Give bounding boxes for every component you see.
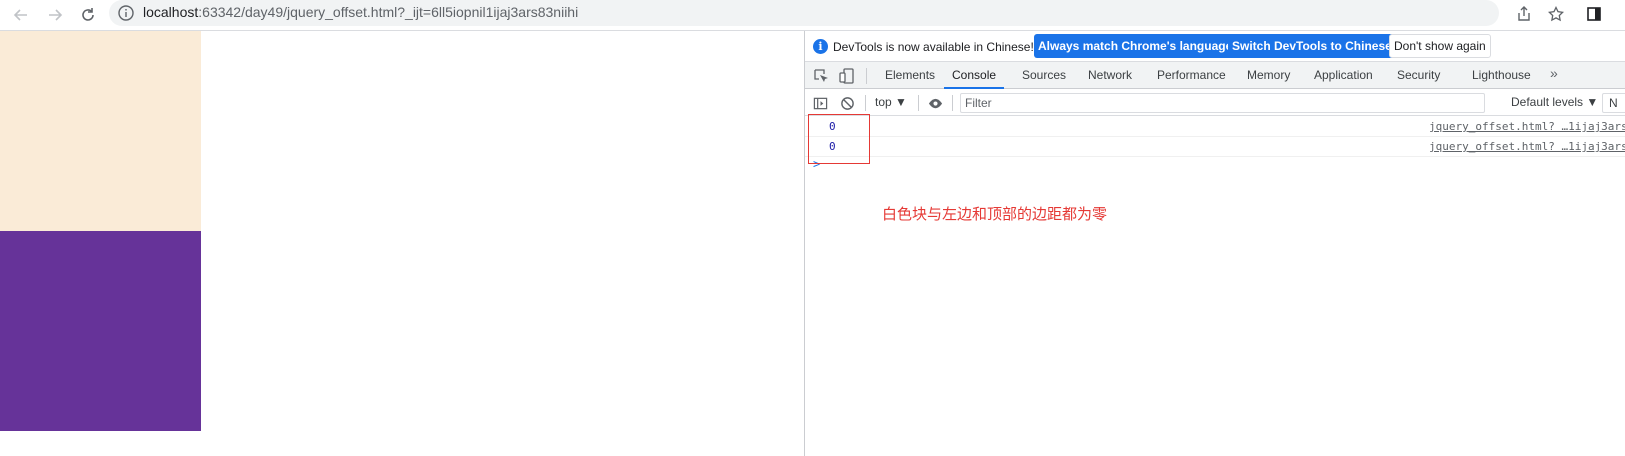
filter-input[interactable]: Filter	[960, 93, 1485, 113]
page-viewport	[0, 31, 804, 456]
infobar-message: DevTools is now available in Chinese!	[833, 40, 1034, 54]
eye-icon	[928, 98, 942, 108]
device-icon	[839, 68, 854, 84]
reload-button[interactable]	[75, 2, 101, 28]
info-icon[interactable]	[117, 4, 135, 22]
console-log-row: 0 jquery_offset.html? …1ijaj3ars	[805, 137, 1625, 157]
url-host: localhost	[143, 4, 199, 20]
clear-console-button[interactable]	[838, 94, 856, 112]
tab-network[interactable]: Network	[1088, 62, 1132, 89]
toolbar-divider	[865, 95, 866, 111]
annotation-text: 白色块与左边和顶部的边距都为零	[882, 205, 1108, 223]
url-text[interactable]: localhost:63342/day49/jquery_offset.html…	[143, 4, 578, 20]
tab-sources[interactable]: Sources	[1022, 62, 1066, 89]
share-button[interactable]	[1513, 3, 1535, 25]
info-circle-icon: i	[813, 39, 828, 54]
highlight-box	[808, 114, 870, 164]
tab-console[interactable]: Console	[944, 62, 1005, 89]
purple-block	[0, 231, 201, 431]
log-source-link[interactable]: jquery_offset.html? …1ijaj3ars	[1429, 140, 1625, 153]
console-log-row: 0 jquery_offset.html? …1ijaj3ars	[805, 117, 1625, 137]
browser-toolbar: localhost:63342/day49/jquery_offset.html…	[0, 0, 1625, 31]
side-panel-icon	[1587, 7, 1601, 21]
language-infobar: i DevTools is now available in Chinese! …	[805, 31, 1625, 62]
match-language-button[interactable]: Always match Chrome's language	[1034, 34, 1237, 58]
toolbar-divider	[918, 95, 919, 111]
address-bar[interactable]: localhost:63342/day49/jquery_offset.html…	[109, 0, 1499, 26]
device-toolbar-button[interactable]	[838, 67, 856, 85]
devtools-tabbar: Elements Console Sources Network Perform…	[805, 62, 1625, 89]
sidebar-toggle-icon	[813, 97, 827, 109]
live-expression-button[interactable]	[926, 94, 944, 112]
tab-application[interactable]: Application	[1314, 62, 1373, 89]
tab-lighthouse[interactable]: Lighthouse	[1472, 62, 1531, 89]
reload-icon	[82, 8, 94, 21]
show-sidebar-button[interactable]	[811, 94, 829, 112]
tab-elements[interactable]: Elements	[885, 62, 935, 89]
dont-show-again-button[interactable]: Don't show again	[1389, 34, 1491, 58]
log-source-link[interactable]: jquery_offset.html? …1ijaj3ars	[1429, 120, 1625, 133]
log-levels-dropdown[interactable]: Default levels ▼	[1511, 95, 1598, 109]
switch-to-chinese-button[interactable]: Switch DevTools to Chinese	[1228, 34, 1396, 58]
toolbar-divider	[952, 95, 953, 111]
side-panel-button[interactable]	[1583, 3, 1605, 25]
share-icon	[1518, 6, 1530, 21]
url-path: :63342/day49/jquery_offset.html?_ijt=6ll…	[198, 4, 579, 20]
context-selector[interactable]: top ▼	[875, 95, 907, 109]
issues-button[interactable]: N	[1602, 93, 1625, 113]
inspect-element-button[interactable]	[812, 67, 830, 85]
back-button[interactable]	[8, 2, 34, 28]
tab-memory[interactable]: Memory	[1247, 62, 1290, 89]
clear-icon	[840, 96, 854, 110]
devtools-panel: i DevTools is now available in Chinese! …	[805, 31, 1625, 456]
white-block	[0, 31, 201, 231]
arrow-right-icon	[49, 9, 63, 21]
bookmark-button[interactable]	[1545, 3, 1567, 25]
inspect-icon	[814, 69, 828, 82]
forward-button[interactable]	[42, 2, 68, 28]
console-toolbar: top ▼ Filter Default levels ▼ N	[805, 90, 1625, 116]
tab-performance[interactable]: Performance	[1157, 62, 1226, 89]
toolbar-divider	[866, 68, 867, 84]
tab-security[interactable]: Security	[1397, 62, 1440, 89]
more-tabs-button[interactable]: »	[1550, 65, 1558, 81]
arrow-left-icon	[13, 9, 27, 21]
star-icon	[1548, 6, 1564, 22]
